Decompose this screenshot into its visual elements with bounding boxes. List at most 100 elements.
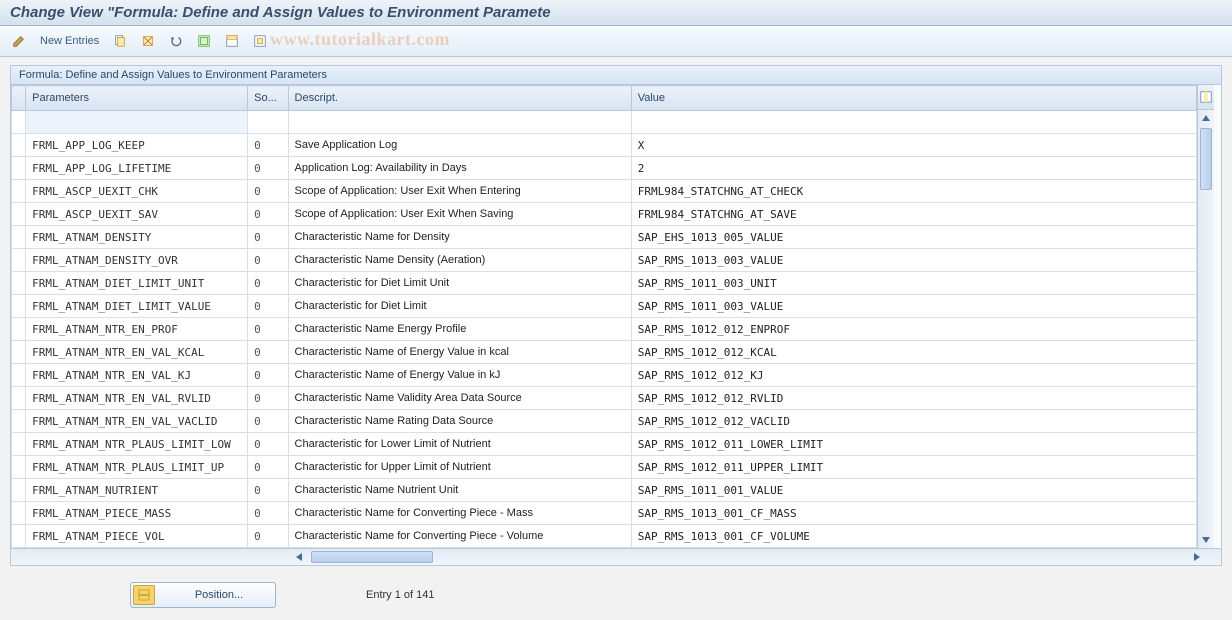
cell-value[interactable]: SAP_RMS_1012_011_LOWER_LIMIT xyxy=(631,433,1196,456)
row-selector[interactable] xyxy=(12,456,26,479)
cell-sort[interactable]: 0 xyxy=(248,134,288,157)
vertical-scrollbar[interactable] xyxy=(1197,85,1214,548)
cell-description[interactable]: Save Application Log xyxy=(288,134,631,157)
cell-value[interactable]: 2 xyxy=(631,157,1196,180)
col-sort[interactable]: So... xyxy=(248,86,288,111)
cell-value[interactable]: SAP_RMS_1012_012_ENPROF xyxy=(631,318,1196,341)
undo-icon[interactable] xyxy=(165,30,187,52)
table-row[interactable]: FRML_ATNAM_NTR_PLAUS_LIMIT_LOW0Character… xyxy=(12,433,1197,456)
cell-sort[interactable]: 0 xyxy=(248,249,288,272)
cell-parameter[interactable]: FRML_ATNAM_PIECE_VOL xyxy=(26,525,248,548)
cell-sort[interactable]: 0 xyxy=(248,226,288,249)
table-row[interactable]: FRML_ATNAM_PIECE_VOL0Characteristic Name… xyxy=(12,525,1197,548)
cell-parameter[interactable]: FRML_ASCP_UEXIT_CHK xyxy=(26,180,248,203)
toggle-edit-icon[interactable] xyxy=(8,30,30,52)
cell-description[interactable]: Scope of Application: User Exit When Sav… xyxy=(288,203,631,226)
cell-value[interactable]: SAP_RMS_1012_012_KJ xyxy=(631,364,1196,387)
table-row[interactable]: FRML_ATNAM_NTR_EN_VAL_KCAL0Characteristi… xyxy=(12,341,1197,364)
cell-value[interactable]: SAP_RMS_1013_001_CF_MASS xyxy=(631,502,1196,525)
cell-value[interactable]: SAP_RMS_1013_001_CF_VOLUME xyxy=(631,525,1196,548)
scroll-down-icon[interactable] xyxy=(1198,532,1214,548)
table-row[interactable]: FRML_ASCP_UEXIT_CHK0Scope of Application… xyxy=(12,180,1197,203)
position-button[interactable]: Position... xyxy=(130,582,276,608)
cell-parameter[interactable]: FRML_ATNAM_NTR_EN_VAL_KJ xyxy=(26,364,248,387)
cell-description[interactable]: Characteristic for Lower Limit of Nutrie… xyxy=(288,433,631,456)
row-selector[interactable] xyxy=(12,502,26,525)
cell-description[interactable]: Characteristic Name of Energy Value in k… xyxy=(288,364,631,387)
table-row[interactable]: FRML_ATNAM_NTR_EN_VAL_RVLID0Characterist… xyxy=(12,387,1197,410)
cell-parameter[interactable]: FRML_ATNAM_NTR_PLAUS_LIMIT_UP xyxy=(26,456,248,479)
table-row[interactable]: FRML_ATNAM_NTR_EN_VAL_KJ0Characteristic … xyxy=(12,364,1197,387)
cell-description[interactable]: Characteristic for Diet Limit Unit xyxy=(288,272,631,295)
scroll-thumb-horizontal[interactable] xyxy=(311,551,433,563)
cell-description[interactable]: Characteristic Name for Converting Piece… xyxy=(288,502,631,525)
cell-sort[interactable]: 0 xyxy=(248,433,288,456)
table-row[interactable] xyxy=(12,111,1197,134)
table-row[interactable]: FRML_ATNAM_DENSITY_OVR0Characteristic Na… xyxy=(12,249,1197,272)
cell-sort[interactable]: 0 xyxy=(248,410,288,433)
delete-icon[interactable] xyxy=(137,30,159,52)
col-parameters[interactable]: Parameters xyxy=(26,86,248,111)
row-selector[interactable] xyxy=(12,525,26,548)
cell-parameter[interactable]: FRML_ATNAM_NTR_EN_VAL_RVLID xyxy=(26,387,248,410)
cell-description[interactable]: Characteristic Name Density (Aeration) xyxy=(288,249,631,272)
cell-value[interactable] xyxy=(631,111,1196,134)
table-corner-icon[interactable] xyxy=(1198,85,1214,110)
cell-parameter[interactable]: FRML_APP_LOG_LIFETIME xyxy=(26,157,248,180)
table-row[interactable]: FRML_APP_LOG_LIFETIME0Application Log: A… xyxy=(12,157,1197,180)
cell-description[interactable]: Scope of Application: User Exit When Ent… xyxy=(288,180,631,203)
cell-description[interactable]: Characteristic for Upper Limit of Nutrie… xyxy=(288,456,631,479)
cell-value[interactable]: SAP_RMS_1012_012_VACLID xyxy=(631,410,1196,433)
cell-sort[interactable]: 0 xyxy=(248,295,288,318)
scroll-left-icon[interactable] xyxy=(291,549,307,565)
cell-parameter[interactable]: FRML_ATNAM_DIET_LIMIT_UNIT xyxy=(26,272,248,295)
row-selector[interactable] xyxy=(12,180,26,203)
cell-description[interactable]: Characteristic Name Rating Data Source xyxy=(288,410,631,433)
select-all-icon[interactable] xyxy=(193,30,215,52)
row-selector[interactable] xyxy=(12,341,26,364)
row-selector[interactable] xyxy=(12,111,26,134)
row-selector[interactable] xyxy=(12,226,26,249)
cell-sort[interactable]: 0 xyxy=(248,180,288,203)
cell-description[interactable]: Characteristic Name Nutrient Unit xyxy=(288,479,631,502)
table-row[interactable]: FRML_ATNAM_DIET_LIMIT_UNIT0Characteristi… xyxy=(12,272,1197,295)
row-selector[interactable] xyxy=(12,295,26,318)
table-row[interactable]: FRML_ASCP_UEXIT_SAV0Scope of Application… xyxy=(12,203,1197,226)
table-row[interactable]: FRML_ATNAM_DIET_LIMIT_VALUE0Characterist… xyxy=(12,295,1197,318)
row-selector[interactable] xyxy=(12,318,26,341)
select-block-icon[interactable] xyxy=(221,30,243,52)
table-row[interactable]: FRML_ATNAM_DENSITY0Characteristic Name f… xyxy=(12,226,1197,249)
cell-description[interactable]: Characteristic Name Validity Area Data S… xyxy=(288,387,631,410)
cell-description[interactable]: Characteristic Name for Converting Piece… xyxy=(288,525,631,548)
cell-description[interactable]: Characteristic for Diet Limit xyxy=(288,295,631,318)
cell-description[interactable] xyxy=(288,111,631,134)
table-row[interactable]: FRML_APP_LOG_KEEP0Save Application LogX xyxy=(12,134,1197,157)
cell-sort[interactable]: 0 xyxy=(248,318,288,341)
cell-value[interactable]: SAP_RMS_1012_012_KCAL xyxy=(631,341,1196,364)
horizontal-scrollbar[interactable] xyxy=(11,548,1221,565)
cell-parameter[interactable]: FRML_ATNAM_PIECE_MASS xyxy=(26,502,248,525)
cell-value[interactable]: SAP_EHS_1013_005_VALUE xyxy=(631,226,1196,249)
cell-description[interactable]: Application Log: Availability in Days xyxy=(288,157,631,180)
cell-sort[interactable]: 0 xyxy=(248,364,288,387)
cell-parameter[interactable]: FRML_ATNAM_NTR_EN_VAL_KCAL xyxy=(26,341,248,364)
scroll-right-icon[interactable] xyxy=(1189,549,1205,565)
cell-value[interactable]: SAP_RMS_1012_012_RVLID xyxy=(631,387,1196,410)
cell-sort[interactable]: 0 xyxy=(248,341,288,364)
cell-value[interactable]: SAP_RMS_1012_011_UPPER_LIMIT xyxy=(631,456,1196,479)
scroll-thumb-vertical[interactable] xyxy=(1200,128,1212,190)
cell-value[interactable]: SAP_RMS_1011_003_VALUE xyxy=(631,295,1196,318)
cell-value[interactable]: SAP_RMS_1011_003_UNIT xyxy=(631,272,1196,295)
table-row[interactable]: FRML_ATNAM_NUTRIENT0Characteristic Name … xyxy=(12,479,1197,502)
deselect-all-icon[interactable] xyxy=(249,30,271,52)
cell-sort[interactable]: 0 xyxy=(248,479,288,502)
cell-parameter[interactable] xyxy=(26,111,248,134)
cell-sort[interactable]: 0 xyxy=(248,157,288,180)
table-row[interactable]: FRML_ATNAM_PIECE_MASS0Characteristic Nam… xyxy=(12,502,1197,525)
cell-value[interactable]: X xyxy=(631,134,1196,157)
cell-sort[interactable]: 0 xyxy=(248,387,288,410)
cell-parameter[interactable]: FRML_ATNAM_DIET_LIMIT_VALUE xyxy=(26,295,248,318)
cell-parameter[interactable]: FRML_ATNAM_NUTRIENT xyxy=(26,479,248,502)
cell-value[interactable]: FRML984_STATCHNG_AT_CHECK xyxy=(631,180,1196,203)
cell-parameter[interactable]: FRML_ATNAM_NTR_EN_VAL_VACLID xyxy=(26,410,248,433)
